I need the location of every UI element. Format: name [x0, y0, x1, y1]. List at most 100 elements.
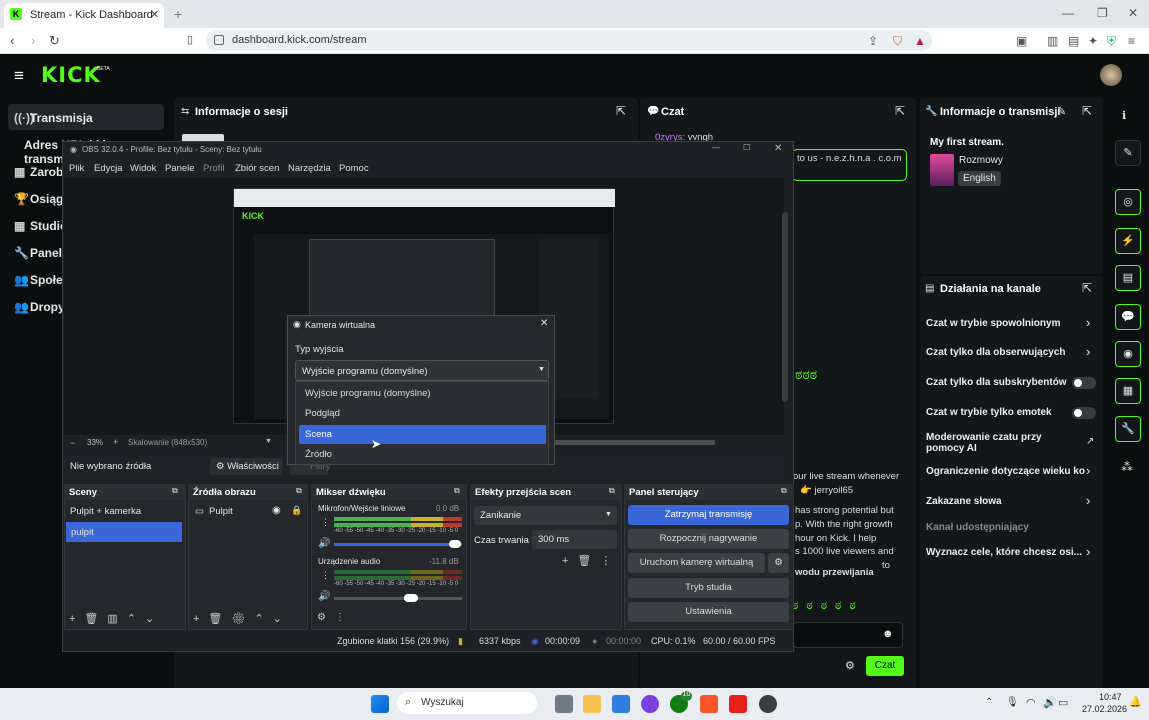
duration-input[interactable]: 300 ms	[532, 530, 617, 549]
apps-icon[interactable]: ⁂	[1121, 460, 1133, 474]
preview-scrollbar[interactable]	[782, 212, 788, 402]
minimize-icon[interactable]: —	[1062, 6, 1074, 20]
mixer-options-icon[interactable]: ⋮	[321, 570, 330, 581]
action-slow-mode[interactable]: Czat w trybie spowolnionym	[926, 318, 1060, 329]
taskbar-search[interactable]: Wyszukaj	[397, 692, 537, 714]
lock-icon[interactable]: 🔒	[291, 505, 302, 516]
clock-time[interactable]: 10:47	[1099, 692, 1122, 702]
sources-toolbar[interactable]: +🗑⚙⌃⌄	[193, 612, 291, 625]
dropdown-option[interactable]: Wyjście programu (domyślne)	[299, 384, 546, 403]
external-link-icon[interactable]: ↗	[1086, 436, 1094, 447]
leo-icon[interactable]: ✦	[1088, 34, 1098, 48]
sidebar-item-transmisja[interactable]: ((·))Transmisja	[8, 104, 164, 130]
volume-slider[interactable]	[334, 597, 462, 600]
task-view-icon[interactable]	[555, 695, 573, 713]
emote-only-toggle[interactable]	[1072, 407, 1096, 419]
action-ai-moderation[interactable]: Moderowanie czatu przy pomocy AI	[926, 432, 1081, 454]
kick-logo[interactable]: KICK	[41, 63, 101, 87]
back-icon[interactable]: ‹	[10, 33, 14, 48]
scenes-toolbar[interactable]: +🗑▥⌃⌄	[69, 612, 163, 625]
volume-slider[interactable]	[334, 543, 462, 546]
screenshot-icon[interactable]: ▣	[1016, 34, 1027, 48]
chevron-down-icon[interactable]: ▼	[605, 511, 612, 518]
dropdown-option[interactable]: Podgląd	[299, 404, 546, 423]
emote-bar[interactable]: ಠಠಠಠಠ	[792, 598, 864, 613]
lightning-icon[interactable]: ⚡	[1115, 228, 1141, 254]
obs-close-icon[interactable]: ✕	[774, 143, 782, 154]
file-explorer-icon[interactable]	[583, 695, 601, 713]
clock-date[interactable]: 27.02.2026	[1082, 704, 1127, 714]
volume-slider-handle[interactable]	[449, 540, 461, 548]
volume-slider-handle[interactable]	[404, 594, 418, 602]
share-icon[interactable]: ⇪	[868, 34, 878, 48]
close-window-icon[interactable]: ✕	[1128, 6, 1138, 20]
address-bar[interactable]: dashboard.kick.com/stream	[206, 30, 932, 51]
wrench-rail-icon[interactable]: 🔧	[1115, 416, 1141, 442]
menu-panele[interactable]: Panele	[165, 163, 195, 174]
chat-send-button[interactable]: Czat	[866, 656, 904, 676]
brave-shield-icon[interactable]: ⛉	[893, 34, 902, 49]
dialog-close-icon[interactable]: ✕	[540, 318, 548, 329]
studio-mode-button[interactable]: Tryb studia	[628, 578, 789, 598]
broadcast-rail-icon[interactable]: ◉	[1115, 341, 1141, 367]
hamburger-menu-icon[interactable]: ≡	[14, 66, 24, 86]
mixer-toolbar[interactable]: ⚙⋮	[317, 612, 354, 623]
emoji-icon[interactable]: ☻	[882, 628, 894, 640]
menu-profil[interactable]: Profil	[203, 163, 225, 174]
battery-icon[interactable]: ▭	[1058, 696, 1068, 709]
dropdown-option[interactable]: Źródło	[299, 445, 546, 464]
start-virtual-camera-button[interactable]: Uruchom kamerę wirtualną	[628, 553, 765, 573]
dock-undock-icon[interactable]: ⧉	[296, 486, 302, 496]
action-banned-words[interactable]: Zakazane słowa	[926, 496, 1002, 507]
chevron-right-icon[interactable]: ›	[1086, 315, 1090, 330]
zoom-in-icon[interactable]: +	[113, 437, 118, 447]
chevron-down-icon[interactable]: ▼	[538, 366, 545, 373]
store-icon[interactable]	[612, 695, 630, 713]
close-tab-icon[interactable]: ✕	[150, 8, 159, 21]
menu-edycja[interactable]: Edycja	[94, 163, 123, 174]
edit-rail-icon[interactable]: ✎	[1115, 140, 1141, 166]
stop-streaming-button[interactable]: Zatrzymaj transmisję	[628, 505, 789, 525]
dock-undock-icon[interactable]: ⧉	[454, 486, 460, 496]
menu-plik[interactable]: Plik	[69, 163, 84, 174]
chat-popout-icon[interactable]: ⇱	[895, 104, 905, 118]
document-icon[interactable]: ▤	[1115, 265, 1141, 291]
target-icon[interactable]: ◎	[1115, 189, 1141, 215]
microphone-icon[interactable]: 🎙	[1006, 697, 1019, 708]
browser-tab[interactable]: Stream - Kick Dashboard	[4, 3, 164, 28]
vcam-settings-icon[interactable]: ⚙	[768, 553, 789, 573]
wifi-icon[interactable]: ◠	[1026, 696, 1036, 709]
scene-item[interactable]: Pulpit + kamerka	[70, 506, 141, 517]
subs-only-toggle[interactable]	[1072, 377, 1096, 389]
menu-icon[interactable]: ≡	[1128, 34, 1135, 48]
layout-icon[interactable]: ▦	[1115, 378, 1141, 404]
eye-icon[interactable]: ◉	[272, 505, 281, 516]
edit-icon[interactable]: ✎	[1057, 105, 1066, 118]
wallet-icon[interactable]: ▤	[1068, 34, 1079, 48]
chevron-right-icon[interactable]: ›	[1086, 463, 1090, 478]
dock-undock-icon[interactable]: ⧉	[172, 486, 178, 496]
reload-icon[interactable]: ↻	[49, 33, 60, 49]
category-name[interactable]: Rozmowy	[959, 155, 1003, 166]
stream-info-popout-icon[interactable]: ⇱	[1082, 104, 1092, 118]
action-set-goals[interactable]: Wyznacz cele, które chcesz osi...	[926, 547, 1082, 558]
properties-button[interactable]: ⚙ Właściwości	[210, 458, 282, 475]
youtube-icon[interactable]	[729, 695, 747, 713]
avatar[interactable]	[1100, 64, 1122, 86]
rewards-icon[interactable]: ▲	[914, 34, 926, 48]
scaling-dropdown-icon[interactable]: ▼	[265, 438, 272, 445]
mixer-options-icon[interactable]: ⋮	[321, 517, 330, 528]
chevron-right-icon[interactable]: ›	[1086, 493, 1090, 508]
notifications-icon[interactable]: 🔔	[1129, 697, 1141, 708]
transition-select[interactable]: Zanikanie	[474, 506, 617, 525]
site-info-icon[interactable]	[214, 35, 224, 45]
popout-icon[interactable]: ⇱	[616, 104, 626, 118]
chat-settings-icon[interactable]: ⚙	[845, 659, 855, 672]
sidebar-icon[interactable]: ▥	[1047, 34, 1058, 48]
dock-undock-icon[interactable]: ⧉	[781, 486, 787, 496]
dock-undock-icon[interactable]: ⧉	[609, 486, 615, 496]
maximize-icon[interactable]: ❐	[1097, 6, 1108, 20]
action-followers-only[interactable]: Czat tylko dla obserwujących	[926, 347, 1066, 358]
dropdown-option-highlighted[interactable]: Scena	[299, 425, 546, 444]
zoom-out-icon[interactable]: −	[70, 438, 75, 448]
